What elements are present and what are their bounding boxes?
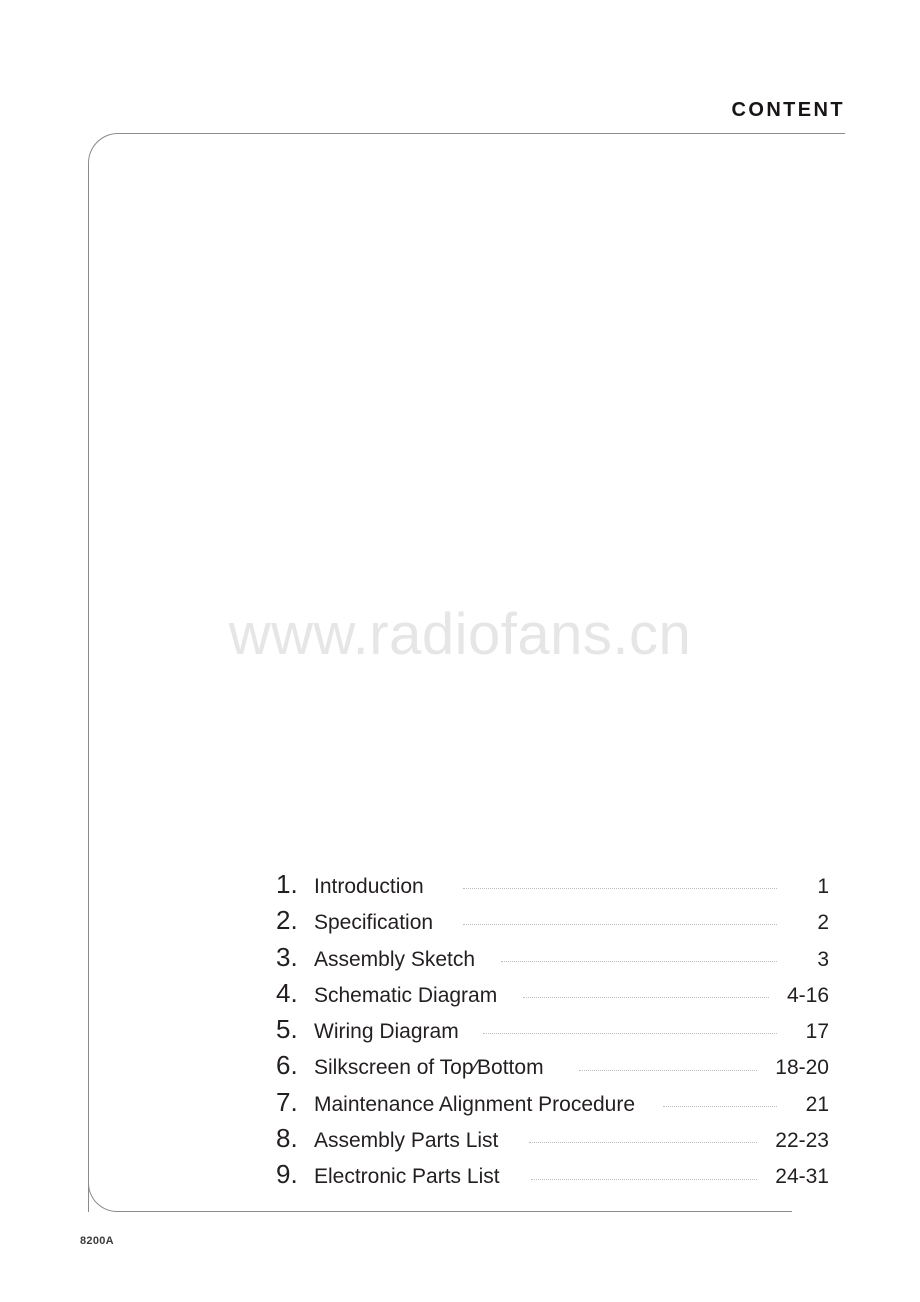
- toc-entry-label: Assembly Parts List: [314, 1129, 499, 1153]
- toc-entry[interactable]: 4. Schematic Diagram 4-16: [276, 978, 829, 1014]
- toc-leader-dots: [531, 1178, 757, 1180]
- toc-entry-page-number: 24-31: [775, 1165, 829, 1189]
- page-footer: 8200A: [80, 1231, 114, 1249]
- toc-entry-page-number: 1: [817, 875, 829, 898]
- toc-leader-dots: [463, 924, 777, 926]
- toc-entry-label: Electronic Parts List: [314, 1165, 500, 1189]
- toc-entry[interactable]: 9. Electronic Parts List 24-31: [276, 1159, 829, 1195]
- watermark: www.radiofans.cn: [228, 602, 692, 667]
- toc-entry-label: Wiring Diagram: [314, 1020, 459, 1044]
- toc-leader-dots: [501, 960, 777, 962]
- toc-entry-number: 7.: [276, 1086, 298, 1117]
- toc-leader-dots: [579, 1069, 757, 1071]
- toc-entry[interactable]: 6. Silkscreen of Top⁄Bottom 18-20: [276, 1050, 829, 1086]
- toc-entry-number: 1.: [276, 869, 298, 899]
- toc-entry-number: 2.: [276, 905, 298, 936]
- page-header: CONTENT: [0, 98, 845, 122]
- toc-entry-number: 5.: [276, 1014, 298, 1045]
- toc-entry-page-number: 18-20: [775, 1056, 829, 1080]
- toc-leader-dots: [663, 1105, 777, 1107]
- toc-entry[interactable]: 1. Introduction 1: [276, 869, 829, 905]
- toc-entry[interactable]: 5. Wiring Diagram 17: [276, 1014, 829, 1050]
- toc-entry-label: Maintenance Alignment Procedure: [314, 1092, 636, 1116]
- toc-entry-page-number: 4-16: [786, 983, 829, 1007]
- toc-entry-number: 6.: [276, 1050, 298, 1081]
- toc-entry-label: Specification: [314, 911, 434, 935]
- toc-entry-number: 4.: [276, 977, 298, 1008]
- toc-leader-dots: [483, 1033, 777, 1035]
- toc-entry[interactable]: 2. Specification 2: [276, 905, 829, 941]
- toc-entry-page-number: 17: [805, 1020, 829, 1044]
- toc-entry-label: Schematic Diagram: [314, 983, 498, 1007]
- page-title: CONTENT: [731, 99, 845, 121]
- toc-entry-number: 9.: [276, 1159, 298, 1190]
- model-code: 8200A: [80, 1235, 114, 1247]
- table-of-contents: 1. Introduction 1 2. Specification 2 3. Assembl…: [276, 869, 829, 1196]
- toc-entry-page-number: 22-23: [775, 1129, 829, 1153]
- toc-entry-label: Assembly Sketch: [314, 947, 476, 971]
- toc-entry-number: 8.: [276, 1123, 298, 1154]
- content-frame-bottom-rule: [116, 1211, 792, 1212]
- toc-entry-page-number: 21: [805, 1092, 829, 1116]
- toc-leader-dots: [523, 997, 769, 999]
- toc-entry[interactable]: 8. Assembly Parts List 22-23: [276, 1123, 829, 1159]
- toc-leader-dots: [529, 1142, 757, 1144]
- toc-entry-page-number: 3: [817, 947, 829, 971]
- toc-entry-number: 3.: [276, 941, 298, 972]
- toc-entry[interactable]: 3. Assembly Sketch 3: [276, 942, 829, 978]
- toc-entry-label: Silkscreen of Top⁄Bottom: [314, 1056, 544, 1080]
- toc-leader-dots: [463, 888, 777, 890]
- toc-entry[interactable]: 7. Maintenance Alignment Procedure 21: [276, 1087, 829, 1123]
- toc-entry-page-number: 2: [817, 911, 829, 935]
- toc-entry-label: Introduction: [314, 875, 424, 898]
